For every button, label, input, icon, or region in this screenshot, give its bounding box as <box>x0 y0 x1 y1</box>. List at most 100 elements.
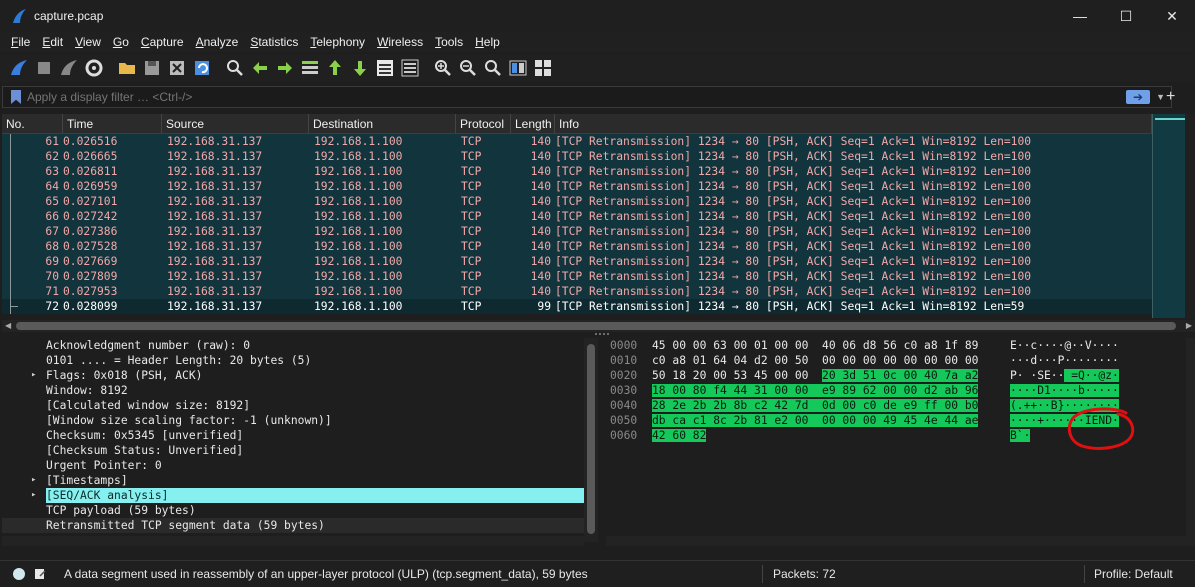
menu-edit[interactable]: Edit <box>36 35 69 49</box>
resize-columns-icon[interactable] <box>507 57 529 79</box>
restart-fin-icon[interactable] <box>58 57 80 79</box>
expand-arrow-icon[interactable]: ▸ <box>31 488 36 503</box>
expert-info-led-icon[interactable] <box>13 568 25 580</box>
packet-row[interactable]: 69 0.027669 192.168.31.137 192.168.1.100 TCP… <box>2 254 1152 269</box>
detail-tree-item[interactable]: 0101 .... = Header Length: 20 bytes (5) <box>2 353 584 368</box>
detail-tree-item[interactable]: ▸ Flags: 0x018 (PSH, ACK) <box>2 368 584 383</box>
column-header-no[interactable]: No. <box>2 114 63 133</box>
zoom-in-icon[interactable] <box>432 57 454 79</box>
menu-tools[interactable]: Tools <box>429 35 469 49</box>
detail-tree-item[interactable]: Window: 8192 <box>2 383 584 398</box>
column-header-length[interactable]: Length <box>511 114 555 133</box>
packet-row[interactable]: 71 0.027953 192.168.31.137 192.168.1.100 TCP… <box>2 284 1152 299</box>
pane-splitter-grip-icon[interactable] <box>594 332 610 336</box>
detail-tree-item[interactable]: TCP payload (59 bytes) <box>2 503 584 518</box>
hex-bytes[interactable]: 50 18 20 00 53 45 00 00 20 3d 51 0c 00 4… <box>652 368 979 383</box>
goto-packet-icon[interactable] <box>299 57 321 79</box>
scroll-left-icon[interactable]: ◀ <box>5 320 11 332</box>
hex-ascii[interactable]: ···d···P········ <box>1010 353 1119 368</box>
detail-tree-item[interactable]: Retransmitted TCP segment data (59 bytes… <box>2 518 584 533</box>
minimize-button[interactable]: — <box>1057 0 1103 32</box>
packet-count[interactable]: Packets: 72 <box>773 567 836 581</box>
add-filter-button[interactable]: + <box>1166 88 1175 106</box>
capture-comment-icon[interactable] <box>34 568 46 580</box>
detail-tree-item[interactable]: Urgent Pointer: 0 <box>2 458 584 473</box>
hex-ascii[interactable]: B`· <box>1010 428 1031 443</box>
packet-row[interactable]: 61 0.026516 192.168.31.137 192.168.1.100 TCP… <box>2 134 1152 149</box>
detail-tree-item[interactable]: [Calculated window size: 8192] <box>2 398 584 413</box>
zoom-out-icon[interactable] <box>457 57 479 79</box>
bytes-horizontal-scrollbar[interactable] <box>606 536 1195 546</box>
apply-filter-arrow-icon[interactable]: ➔ <box>1126 90 1151 104</box>
stop-square-icon[interactable] <box>33 57 55 79</box>
menu-help[interactable]: Help <box>469 35 506 49</box>
hex-bytes[interactable]: db ca c1 8c 2b 81 e2 00 00 00 00 49 45 4… <box>652 413 979 428</box>
packet-list-vertical-scrollbar[interactable] <box>1185 114 1195 318</box>
menu-telephony[interactable]: Telephony <box>304 35 371 49</box>
menu-wireless[interactable]: Wireless <box>371 35 429 49</box>
detail-tree-item[interactable]: [Window size scaling factor: -1 (unknown… <box>2 413 584 428</box>
find-magnifier-icon[interactable] <box>224 57 246 79</box>
column-header-info[interactable]: Info <box>555 114 1152 133</box>
packet-list-horizontal-scrollbar[interactable]: ◀ ▶ <box>2 320 1195 332</box>
hex-ascii[interactable]: E··c····@··V···· <box>1010 338 1119 353</box>
details-horizontal-scrollbar[interactable] <box>2 536 584 546</box>
menu-analyze[interactable]: Analyze <box>190 35 245 49</box>
colorize-icon[interactable] <box>399 57 421 79</box>
detail-tree-item[interactable]: [Checksum Status: Unverified] <box>2 443 584 458</box>
bookmark-icon[interactable] <box>11 90 21 104</box>
hex-ascii[interactable]: ····D1····b····· <box>1010 383 1119 398</box>
column-header-time[interactable]: Time <box>63 114 162 133</box>
menu-file[interactable]: File <box>5 35 36 49</box>
scroll-thumb[interactable] <box>16 322 1176 330</box>
column-header-protocol[interactable]: Protocol <box>456 114 511 133</box>
reload-icon[interactable] <box>191 57 213 79</box>
zoom-normal-icon[interactable] <box>482 57 504 79</box>
display-filter-input[interactable] <box>27 90 1127 104</box>
hex-bytes[interactable]: 45 00 00 63 00 01 00 00 40 06 d8 56 c0 a… <box>652 338 978 353</box>
detail-tree-item[interactable]: Checksum: 0x5345 [unverified] <box>2 428 584 443</box>
menu-capture[interactable]: Capture <box>135 35 190 49</box>
hex-bytes[interactable]: 18 00 80 f4 44 31 00 00 e9 89 62 00 00 d… <box>652 383 979 398</box>
first-packet-icon[interactable] <box>324 57 346 79</box>
hex-bytes[interactable]: 42 60 82 <box>652 428 707 443</box>
hex-bytes[interactable]: c0 a8 01 64 04 d2 00 50 00 00 00 00 00 0… <box>652 353 978 368</box>
menu-view[interactable]: View <box>69 35 107 49</box>
packet-minimap[interactable] <box>1152 114 1185 318</box>
packet-row[interactable]: 72 0.028099 192.168.31.137 192.168.1.100 TCP… <box>2 299 1152 314</box>
packet-row[interactable]: 66 0.027242 192.168.31.137 192.168.1.100 TCP… <box>2 209 1152 224</box>
details-vertical-scrollbar[interactable] <box>584 338 598 542</box>
last-packet-icon[interactable] <box>349 57 371 79</box>
packet-row[interactable]: 67 0.027386 192.168.31.137 192.168.1.100 TCP… <box>2 224 1152 239</box>
detail-tree-item[interactable]: Acknowledgment number (raw): 0 <box>2 338 584 353</box>
bytes-vertical-scrollbar[interactable] <box>1186 338 1195 536</box>
profile-selector[interactable]: Profile: Default <box>1094 567 1173 581</box>
autoscroll-icon[interactable] <box>374 57 396 79</box>
detail-tree-item[interactable]: ▸ [SEQ/ACK analysis] <box>2 488 584 503</box>
shark-fin-start-icon[interactable] <box>8 57 30 79</box>
gear-options-icon[interactable] <box>83 57 105 79</box>
packet-row[interactable]: 63 0.026811 192.168.31.137 192.168.1.100 TCP… <box>2 164 1152 179</box>
hex-ascii[interactable]: P· ·SE·· =Q··@z· <box>1010 368 1119 383</box>
scroll-right-icon[interactable]: ▶ <box>1186 320 1192 332</box>
column-header-source[interactable]: Source <box>162 114 309 133</box>
packet-row[interactable]: 70 0.027809 192.168.31.137 192.168.1.100 TCP… <box>2 269 1152 284</box>
packet-row[interactable]: 65 0.027101 192.168.31.137 192.168.1.100 TCP… <box>2 194 1152 209</box>
menu-statistics[interactable]: Statistics <box>244 35 304 49</box>
back-arrow-icon[interactable] <box>249 57 271 79</box>
forward-arrow-icon[interactable] <box>274 57 296 79</box>
maximize-button[interactable]: ☐ <box>1103 0 1149 32</box>
close-file-icon[interactable] <box>166 57 188 79</box>
menu-go[interactable]: Go <box>107 35 135 49</box>
packet-row[interactable]: 68 0.027528 192.168.31.137 192.168.1.100 TCP… <box>2 239 1152 254</box>
packet-row[interactable]: 64 0.026959 192.168.31.137 192.168.1.100 TCP… <box>2 179 1152 194</box>
packet-row[interactable]: 62 0.026665 192.168.31.137 192.168.1.100 TCP… <box>2 149 1152 164</box>
column-header-destination[interactable]: Destination <box>309 114 456 133</box>
close-button[interactable]: ✕ <box>1149 0 1195 32</box>
expand-arrow-icon[interactable]: ▸ <box>31 368 36 383</box>
save-file-icon[interactable] <box>141 57 163 79</box>
hex-bytes[interactable]: 28 2e 2b 2b 8b c2 42 7d 0d 00 c0 de e9 f… <box>652 398 979 413</box>
expand-icon[interactable] <box>532 57 554 79</box>
expand-arrow-icon[interactable]: ▸ <box>31 473 36 488</box>
scroll-thumb[interactable] <box>587 344 595 534</box>
